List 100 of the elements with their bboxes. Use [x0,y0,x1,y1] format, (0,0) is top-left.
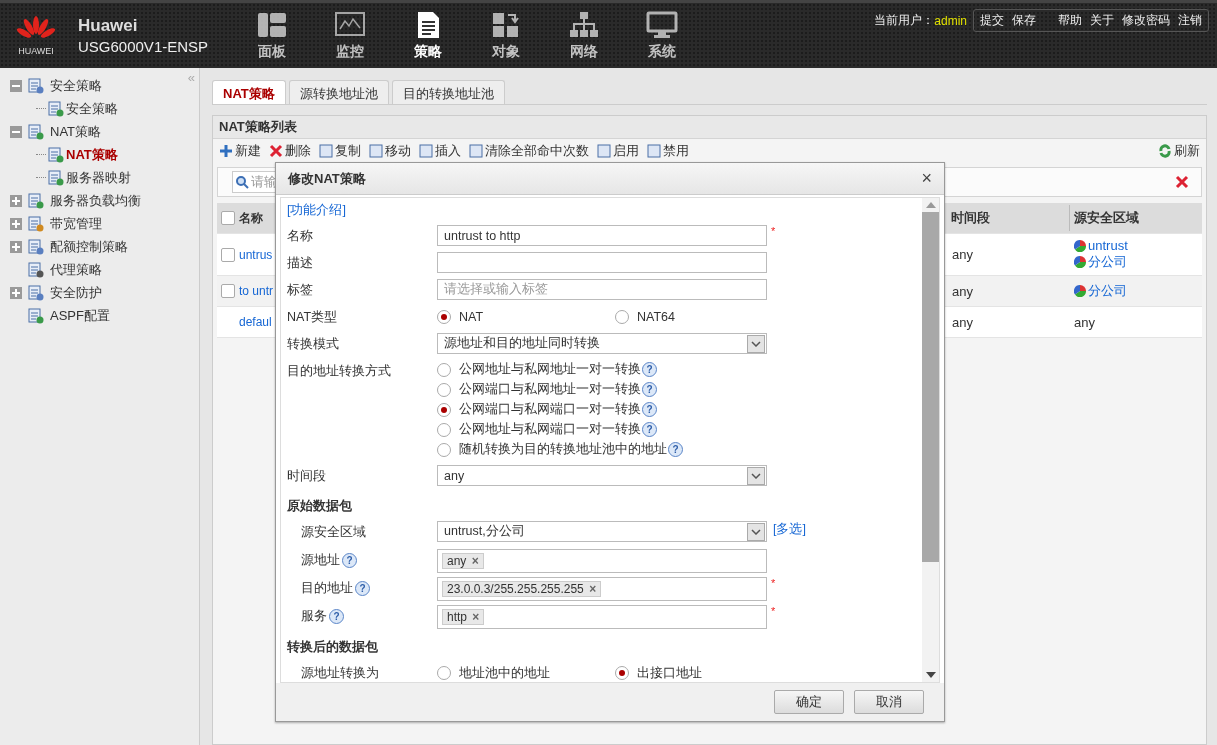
header-link[interactable]: 修改密码 [1118,12,1174,29]
rule-name-link[interactable]: defaul [239,315,272,329]
scroll-up-icon[interactable] [925,202,936,208]
cross-icon [269,144,283,158]
toolbar-button[interactable]: 移动 [369,142,411,160]
radio-button[interactable] [437,362,451,377]
tree-item[interactable]: 安全防护 [50,283,102,302]
tab[interactable]: 目的转换地址池 [391,80,505,104]
close-button[interactable]: × [921,168,932,189]
help-icon[interactable]: ? [329,609,344,624]
radio-button[interactable] [437,310,451,324]
tag-input-field[interactable]: http × [437,605,767,629]
toolbar-button[interactable]: 禁用 [647,142,689,160]
text-field[interactable] [437,252,767,273]
dropdown-field[interactable]: untrust,分公司 [437,521,767,542]
radio-button[interactable] [437,382,451,397]
refresh-button[interactable]: 刷新 [1158,142,1200,160]
nav-tab[interactable]: 网络 [560,3,608,68]
collapse-toggle[interactable] [10,125,22,138]
policy-icon [28,284,44,301]
expand-toggle[interactable] [10,240,22,253]
tree-item[interactable]: 安全策略 [66,99,118,118]
header-link[interactable]: 帮助 [1054,12,1086,29]
header-link[interactable]: 注销 [1174,12,1206,29]
square-icon [597,144,611,158]
multi-select-link[interactable]: [多选] [773,521,806,538]
nav-tab[interactable]: 系统 [638,3,686,68]
header-link[interactable]: 保存 [1008,12,1040,29]
toolbar-button[interactable]: 删除 [269,142,311,160]
panel-title: NAT策略列表 [213,116,1206,139]
policy-icon [28,215,44,232]
help-icon[interactable]: ? [642,402,657,417]
help-icon[interactable]: ? [642,382,657,397]
tab[interactable]: NAT策略 [212,80,286,104]
expand-toggle[interactable] [10,217,22,230]
toolbar-button[interactable]: 清除全部命中次数 [469,142,589,160]
dialog-button[interactable]: 确定 [774,690,844,714]
help-icon[interactable]: ? [642,362,657,377]
help-icon[interactable]: ? [342,553,357,568]
tab[interactable]: 源转换地址池 [288,80,389,104]
tree-item[interactable]: ASPF配置 [50,306,110,325]
toolbar-button[interactable]: 插入 [419,142,461,160]
dialog-button[interactable]: 取消 [854,690,924,714]
zone-link[interactable]: untrust [1074,238,1202,253]
expand-toggle[interactable] [10,194,22,207]
required-mark: * [771,605,776,617]
text-field[interactable]: untrust to http [437,225,767,246]
rule-name-link[interactable]: to untr [239,284,274,298]
collapse-toggle[interactable] [10,79,22,92]
toolbar-button[interactable]: 复制 [319,142,361,160]
policy-icon [28,261,44,278]
field-label: 转换模式 [287,336,340,353]
toolbar-button[interactable]: 新建 [219,142,261,160]
clear-icon[interactable] [1175,175,1189,189]
square-icon [369,144,383,158]
pie-chart-icon [1074,239,1086,252]
help-icon[interactable]: ? [668,442,683,457]
zone-link[interactable]: 分公司 [1074,253,1202,271]
scroll-down-icon[interactable] [925,672,936,678]
checkbox[interactable] [221,284,235,298]
nav-tab[interactable]: 监控 [326,3,374,68]
scrollbar[interactable] [922,198,939,682]
radio-button[interactable] [437,422,451,437]
tag-input-field[interactable]: any × [437,549,767,573]
checkbox[interactable] [221,247,235,262]
radio-button[interactable] [437,442,451,457]
nav-tab[interactable]: 对象 [482,3,530,68]
header-link[interactable]: 关于 [1086,12,1118,29]
tree-item[interactable]: 安全策略 [50,76,102,95]
nav-tab[interactable]: 面板 [248,3,296,68]
toolbar-button[interactable]: 启用 [597,142,639,160]
tree-item[interactable]: NAT策略 [50,122,102,141]
radio-button[interactable] [615,310,629,324]
zone-link[interactable]: 分公司 [1074,282,1202,300]
policy-icon [28,123,44,140]
radio-label: 出接口地址 [637,664,702,682]
help-icon[interactable]: ? [355,581,370,596]
logo-wordmark: HUAWEI [18,45,54,56]
tree-item[interactable]: 带宽管理 [50,214,102,233]
help-icon[interactable]: ? [642,422,657,437]
header-link[interactable]: 提交 [976,12,1008,29]
radio-button[interactable] [615,666,629,680]
radio-label: 地址池中的地址 [459,664,550,682]
rule-name-link[interactable]: untrus [239,247,273,262]
expand-toggle[interactable] [10,286,22,299]
checkbox[interactable] [221,211,235,225]
nav-tab[interactable]: 策略 [404,3,452,68]
field-label: 时间段 [287,468,327,485]
radio-button[interactable] [437,666,451,680]
tree-item[interactable]: 代理策略 [50,260,102,279]
radio-button[interactable] [437,402,451,417]
square-icon [469,144,483,158]
tree-item[interactable]: 服务器映射 [66,168,131,187]
tree-item[interactable]: NAT策略 [66,145,118,164]
tree-item[interactable]: 配额控制策略 [50,237,128,256]
tag-input-field[interactable]: 23.0.0.3/255.255.255.255 × [437,577,767,601]
dropdown-field[interactable]: 源地址和目的地址同时转换 [437,333,767,354]
intro-link[interactable]: [功能介绍] [287,202,916,219]
dropdown-field[interactable]: any [437,465,767,486]
tree-item[interactable]: 服务器负载均衡 [50,191,141,210]
